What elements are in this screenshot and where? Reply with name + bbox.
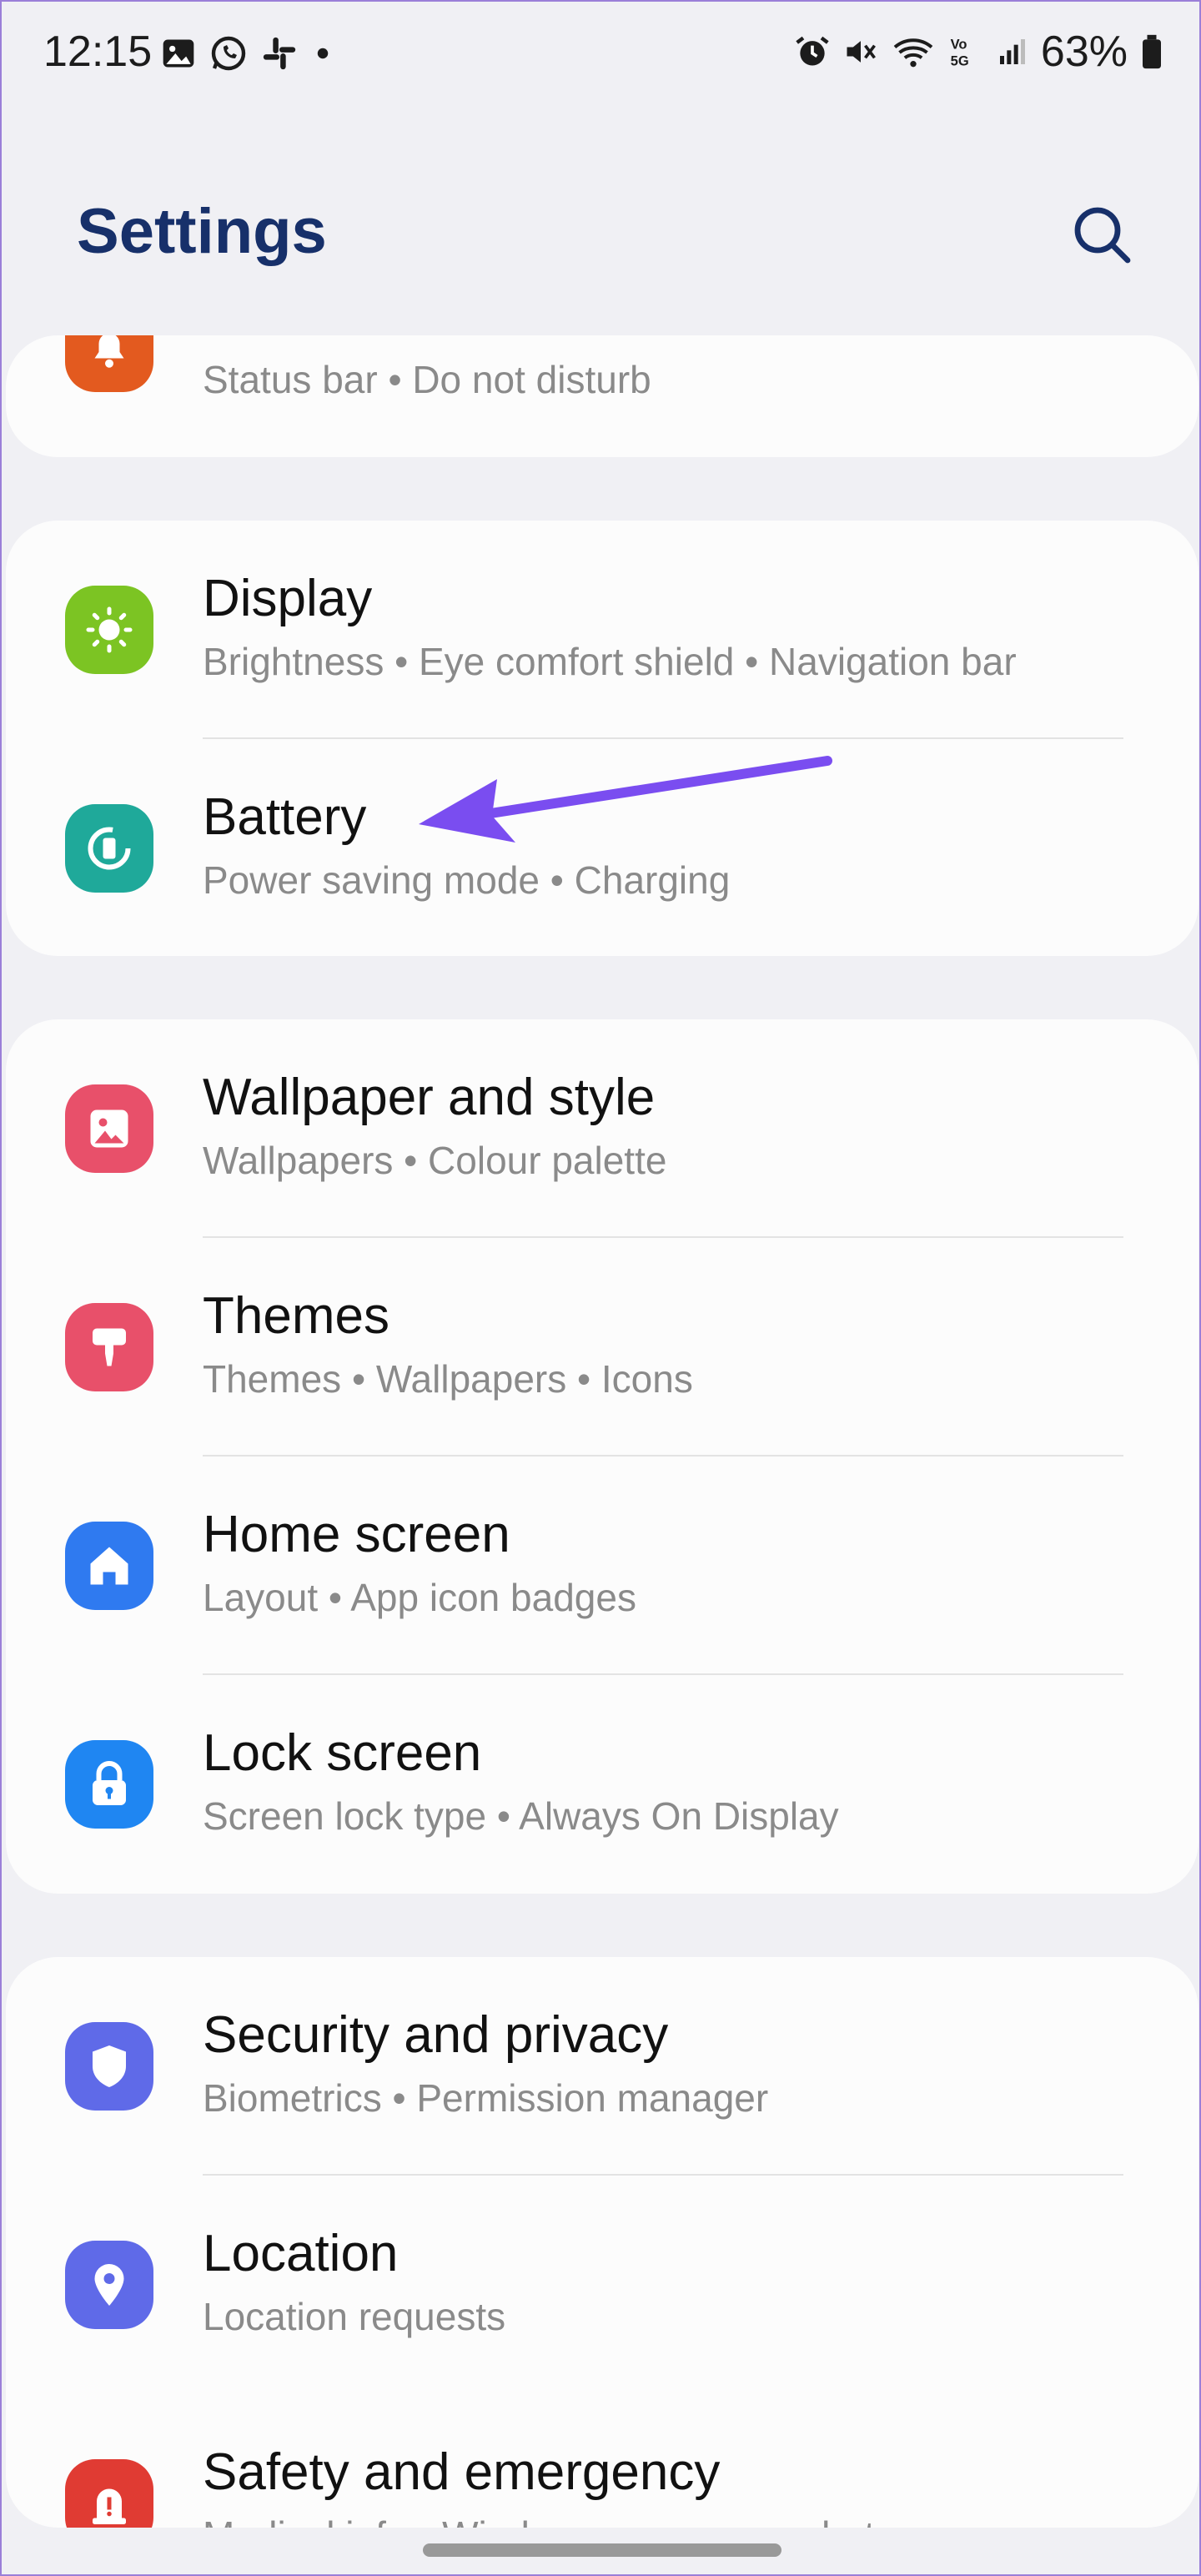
status-time: 12:15 xyxy=(43,28,153,76)
settings-group-security: Security and privacy Biometrics • Permis… xyxy=(6,1957,1198,2528)
bell-icon xyxy=(94,335,124,368)
wallpaper-icon-tile xyxy=(65,1084,153,1173)
navigation-handle[interactable] xyxy=(423,2543,781,2557)
settings-item-title: Security and privacy xyxy=(203,2006,669,2064)
notification-icons xyxy=(160,33,335,73)
mute-icon xyxy=(847,41,876,63)
settings-item-subtitle: Medical info • Wireless emergency alerts xyxy=(203,2513,894,2528)
system-status-icons: Vo 5G 63% xyxy=(794,27,1164,77)
location-pin-icon xyxy=(94,2264,124,2306)
battery-percent: 63% xyxy=(1040,28,1128,76)
signal-icon xyxy=(999,39,1025,64)
notifications-icon-tile xyxy=(65,335,153,392)
home-screen-icon-tile xyxy=(65,1522,153,1610)
whatsapp-icon xyxy=(211,36,246,71)
settings-item-title: Themes xyxy=(203,1287,389,1345)
alert-icon xyxy=(93,2488,126,2524)
lock-screen-icon-tile xyxy=(65,1740,153,1829)
svg-text:5G: 5G xyxy=(951,54,969,69)
settings-item-title: Battery xyxy=(203,788,367,846)
settings-item-lock-screen[interactable]: Lock screen Screen lock type • Always On… xyxy=(6,1675,1198,1894)
settings-item-display[interactable]: Display Brightness • Eye comfort shield … xyxy=(6,521,1198,739)
settings-item-subtitle: Brightness • Eye comfort shield • Naviga… xyxy=(203,640,1017,683)
status-bar: 12:15 Vo 5G 63% xyxy=(2,2,1201,110)
shield-icon xyxy=(93,2045,126,2087)
settings-item-subtitle: Location requests xyxy=(203,2295,506,2338)
location-icon-tile xyxy=(65,2241,153,2329)
settings-item-security[interactable]: Security and privacy Biometrics • Permis… xyxy=(6,1957,1198,2176)
settings-item-subtitle: Wallpapers • Colour palette xyxy=(203,1139,667,1182)
sun-icon xyxy=(86,606,133,653)
home-icon xyxy=(90,1547,128,1585)
settings-group-personalization: Wallpaper and style Wallpapers • Colour … xyxy=(6,1019,1198,1894)
slack-icon xyxy=(263,37,296,70)
settings-item-subtitle: Themes • Wallpapers • Icons xyxy=(203,1357,693,1401)
settings-item-wallpaper[interactable]: Wallpaper and style Wallpapers • Colour … xyxy=(6,1019,1198,1238)
settings-item-title: Location xyxy=(203,2225,399,2282)
settings-item-title: Wallpaper and style xyxy=(203,1069,656,1126)
annotation-arrow xyxy=(419,756,832,843)
safety-icon-tile xyxy=(65,2459,153,2528)
settings-item-title: Lock screen xyxy=(203,1724,482,1782)
search-button[interactable] xyxy=(1069,202,1136,269)
gallery-icon xyxy=(163,39,194,68)
settings-group-notifications: Notifications Status bar • Do not distur… xyxy=(6,335,1198,457)
search-icon xyxy=(1074,207,1131,264)
alarm-icon xyxy=(796,36,829,66)
settings-item-subtitle: Status bar • Do not disturb xyxy=(203,358,651,401)
page-title: Settings xyxy=(77,196,327,267)
display-icon-tile xyxy=(65,586,153,674)
security-icon-tile xyxy=(65,2022,153,2111)
settings-item-title: Home screen xyxy=(203,1506,510,1563)
brush-icon xyxy=(93,1328,126,1366)
battery-icon-tile xyxy=(65,804,153,893)
settings-item-subtitle: Screen lock type • Always On Display xyxy=(203,1794,839,1838)
settings-item-title: Safety and emergency xyxy=(203,2443,721,2501)
battery-care-icon xyxy=(88,827,131,870)
settings-item-subtitle: Layout • App icon badges xyxy=(203,1576,636,1619)
themes-icon-tile xyxy=(65,1303,153,1391)
settings-item-notifications[interactable]: Notifications Status bar • Do not distur… xyxy=(6,335,1198,457)
settings-item-home-screen[interactable]: Home screen Layout • App icon badges xyxy=(6,1457,1198,1675)
volte-5g-icon: Vo 5G xyxy=(951,37,969,69)
settings-item-themes[interactable]: Themes Themes • Wallpapers • Icons xyxy=(6,1238,1198,1457)
lock-icon xyxy=(93,1761,126,1805)
settings-item-safety[interactable]: Safety and emergency Medical info • Wire… xyxy=(6,2394,1198,2528)
battery-icon xyxy=(1143,34,1161,69)
settings-item-title: Display xyxy=(203,570,373,627)
image-icon xyxy=(90,1109,128,1148)
settings-item-title: Notifications xyxy=(203,335,485,346)
settings-item-subtitle: Power saving mode • Charging xyxy=(203,858,731,902)
dot-icon xyxy=(317,48,329,59)
wifi-icon xyxy=(893,38,933,68)
svg-text:Vo: Vo xyxy=(951,37,967,52)
settings-item-subtitle: Biometrics • Permission manager xyxy=(203,2076,769,2120)
settings-group-display-battery: Display Brightness • Eye comfort shield … xyxy=(6,521,1198,956)
settings-item-location[interactable]: Location Location requests xyxy=(6,2176,1198,2394)
